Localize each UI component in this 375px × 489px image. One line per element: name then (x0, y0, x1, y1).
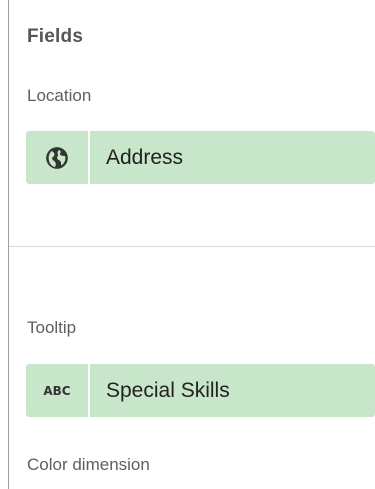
fields-title: Fields (27, 26, 84, 47)
tooltip-label: Tooltip (27, 318, 77, 337)
abc-icon-text: ABC (43, 383, 71, 398)
tooltip-field-pill[interactable]: ABC Special Skills (26, 364, 375, 417)
location-field-pill[interactable]: Address (26, 131, 375, 184)
tooltip-field-text: Special Skills (106, 378, 230, 402)
fields-panel: Fields Location Address Tooltip ABC Spec… (8, 0, 375, 489)
location-field-text: Address (106, 145, 184, 169)
section-divider (9, 246, 375, 247)
globe-icon (26, 131, 90, 184)
abc-icon: ABC (26, 364, 90, 417)
color-dimension-label: Color dimension (27, 455, 150, 474)
location-label: Location (27, 86, 92, 105)
